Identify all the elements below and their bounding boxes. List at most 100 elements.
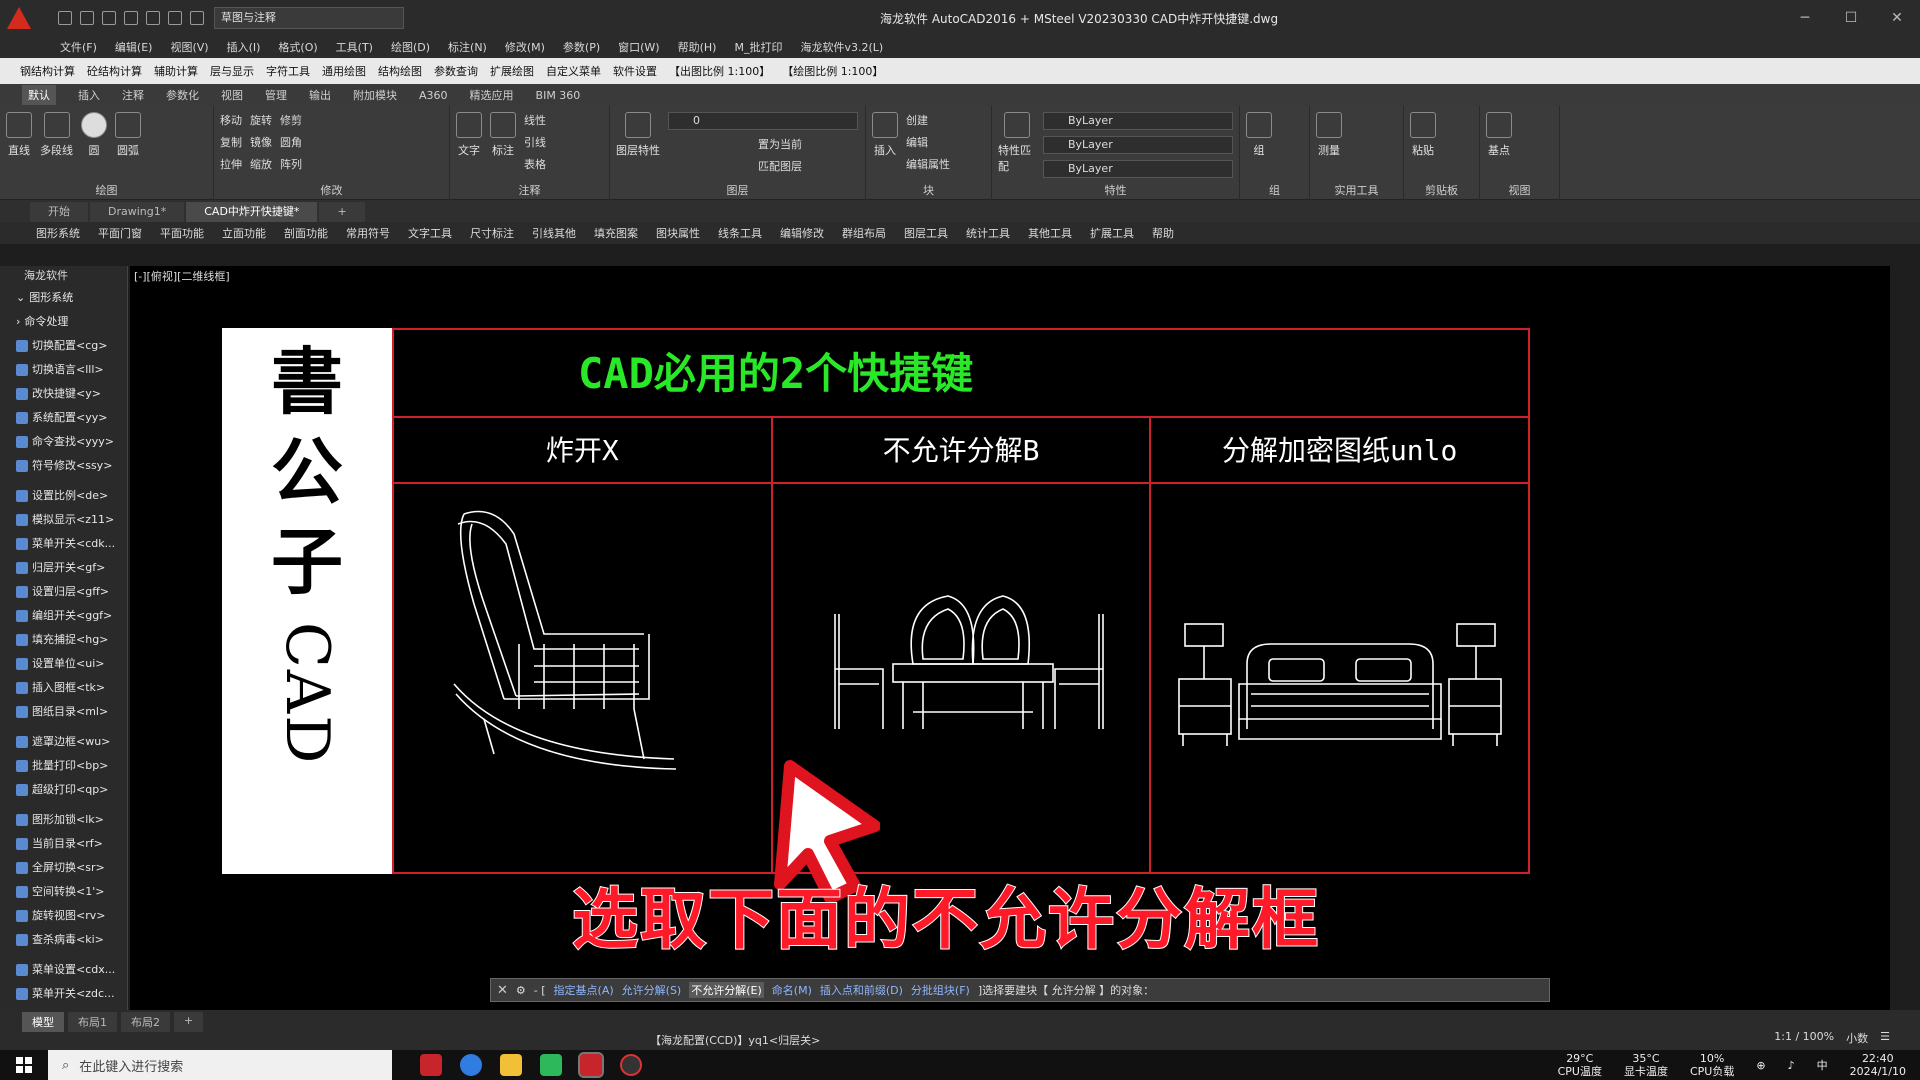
close-button[interactable]: ✕ [1874, 0, 1920, 36]
stretch-tool[interactable]: 拉伸 [220, 156, 242, 172]
fillet-tool[interactable]: 圆角 [280, 134, 302, 150]
menu-format[interactable]: 格式(O) [278, 39, 317, 55]
sidebar-item[interactable]: 归层开关<gf> [0, 556, 127, 580]
sidebar-item[interactable]: 图纸目录<ml> [0, 700, 127, 724]
group-label[interactable]: 剪贴板 [1404, 182, 1479, 198]
group-label[interactable]: 视图 [1480, 182, 1559, 198]
sidebar-item[interactable]: 设置比例<de> [0, 484, 127, 508]
sidebar-item[interactable]: 命令查找<yyy> [0, 430, 127, 454]
customize-icon[interactable]: ☰ [1880, 1030, 1890, 1046]
cmd-option-batch[interactable]: 分批组块(F) [911, 982, 970, 998]
plugin-menu-item[interactable]: 立面功能 [222, 225, 266, 241]
plugin-menu-item[interactable]: 平面功能 [160, 225, 204, 241]
sidebar-item[interactable]: 切换语言<lll> [0, 358, 127, 382]
sidebar-item[interactable]: 超级打印<qp> [0, 778, 127, 802]
tab-manage[interactable]: 管理 [265, 87, 287, 103]
group-label[interactable]: 组 [1240, 182, 1309, 198]
tb1-layer-display[interactable]: 层与显示 [210, 63, 254, 79]
drawing-canvas[interactable]: [-][俯视][二维线框] 書 公 子 CAD CAD必用的2个快捷键 炸开X [130, 266, 1890, 1010]
group-label[interactable]: 实用工具 [1310, 182, 1403, 198]
menu-insert[interactable]: 插入(I) [227, 39, 261, 55]
app-k-icon[interactable] [460, 1054, 482, 1076]
tab-insert[interactable]: 插入 [78, 87, 100, 103]
plugin-menu-item[interactable]: 扩展工具 [1090, 225, 1134, 241]
sidebar-item[interactable]: › 命令处理 [0, 310, 127, 334]
tb1-draw-scale[interactable]: 【绘图比例 1:100】 [782, 63, 883, 79]
linetype-dropdown[interactable]: ByLayer [1043, 136, 1233, 154]
plugin-menu-item[interactable]: 其他工具 [1028, 225, 1072, 241]
create-block-tool[interactable]: 创建 [906, 112, 950, 128]
tab-parametric[interactable]: 参数化 [166, 87, 199, 103]
autocad-logo-icon[interactable] [0, 0, 38, 36]
sidebar-item[interactable]: 当前目录<rf> [0, 832, 127, 856]
lineweight-dropdown[interactable]: ByLayer [1043, 160, 1233, 178]
plugin-menu-item[interactable]: 统计工具 [966, 225, 1010, 241]
layout-tab-model[interactable]: 模型 [22, 1012, 64, 1032]
plugin-menu-item[interactable]: 帮助 [1152, 225, 1174, 241]
column-explode[interactable]: 炸开X [394, 418, 773, 872]
menu-batch-print[interactable]: M_批打印 [734, 39, 782, 55]
plugin-menu-item[interactable]: 剖面功能 [284, 225, 328, 241]
save-icon[interactable] [102, 11, 116, 25]
leader-tool[interactable]: 引线 [524, 134, 546, 150]
sidebar-item[interactable]: 符号修改<ssy> [0, 454, 127, 478]
open-icon[interactable] [80, 11, 94, 25]
command-line[interactable]: ✕ ⚙ - [ 指定基点(A) 允许分解(S) 不允许分解(E) 命名(M) 插… [490, 978, 1550, 1002]
trim-tool[interactable]: 修剪 [280, 112, 302, 128]
network-icon[interactable]: ⊕ [1756, 1059, 1765, 1072]
add-layout-button[interactable]: + [174, 1012, 204, 1032]
copy-tool[interactable]: 复制 [220, 134, 242, 150]
layout-tab-2[interactable]: 布局2 [121, 1012, 170, 1032]
new-icon[interactable] [58, 11, 72, 25]
sidebar-item[interactable]: 切换配置<cg> [0, 334, 127, 358]
group-label[interactable]: 图层 [610, 182, 865, 198]
mirror-tool[interactable]: 镜像 [250, 134, 272, 150]
start-button[interactable] [0, 1050, 48, 1080]
autocad-app-icon[interactable] [420, 1054, 442, 1076]
menu-window[interactable]: 窗口(W) [618, 39, 659, 55]
tab-default[interactable]: 默认 [22, 85, 56, 105]
sidebar-item[interactable]: 填充捕捉<hg> [0, 628, 127, 652]
wrench-icon[interactable]: ⚙ [516, 984, 526, 997]
recorder-app-icon[interactable] [620, 1054, 642, 1076]
tb1-param-query[interactable]: 参数查询 [434, 63, 478, 79]
plugin-menu-item[interactable]: 群组布局 [842, 225, 886, 241]
tab-output[interactable]: 输出 [309, 87, 331, 103]
menu-view[interactable]: 视图(V) [170, 39, 208, 55]
layer-dropdown[interactable]: 0 [668, 112, 858, 130]
clock[interactable]: 22:40 2024/1/10 [1850, 1052, 1906, 1078]
column-decrypt[interactable]: 分解加密图纸unlo [1151, 418, 1529, 872]
color-dropdown[interactable]: ByLayer [1043, 112, 1233, 130]
plugin-menu-item[interactable]: 线条工具 [718, 225, 762, 241]
menu-dimension[interactable]: 标注(N) [448, 39, 487, 55]
sidebar-item[interactable]: 系统配置<yy> [0, 406, 127, 430]
cmd-option-name[interactable]: 命名(M) [772, 982, 812, 998]
plugin-menu-item[interactable]: 平面门窗 [98, 225, 142, 241]
tb1-ext-draw[interactable]: 扩展绘图 [490, 63, 534, 79]
tab-a360[interactable]: A360 [419, 89, 448, 102]
cmd-option-base-point[interactable]: 指定基点(A) [554, 982, 614, 998]
volume-icon[interactable]: ♪ [1788, 1059, 1795, 1072]
sidebar-item[interactable]: 设置归层<gff> [0, 580, 127, 604]
sidebar-item[interactable]: 全屏切换<sr> [0, 856, 127, 880]
linear-tool[interactable]: 线性 [524, 112, 546, 128]
tb1-custom-menu[interactable]: 自定义菜单 [546, 63, 601, 79]
sidebar-item[interactable]: 设置单位<ui> [0, 652, 127, 676]
plugin-menu-item[interactable]: 填充图案 [594, 225, 638, 241]
tb1-settings[interactable]: 软件设置 [613, 63, 657, 79]
plugin-menu-item[interactable]: 尺寸标注 [470, 225, 514, 241]
file-explorer-icon[interactable] [500, 1054, 522, 1076]
plugin-menu-item[interactable]: 图形系统 [36, 225, 80, 241]
plugin-menu-item[interactable]: 图层工具 [904, 225, 948, 241]
plugin-menu-item[interactable]: 编辑修改 [780, 225, 824, 241]
autocad-active-icon[interactable] [578, 1052, 604, 1078]
taskbar-search[interactable]: ⌕ 在此键入进行搜索 [48, 1050, 392, 1080]
close-icon[interactable]: ✕ [497, 983, 508, 998]
sidebar-item[interactable]: 查杀病毒<ki> [0, 928, 127, 952]
minimize-button[interactable]: ─ [1782, 0, 1828, 36]
table-tool[interactable]: 表格 [524, 156, 546, 172]
group-label[interactable]: 块 [866, 182, 991, 198]
tb1-aux-calc[interactable]: 辅助计算 [154, 63, 198, 79]
tab-annotate[interactable]: 注释 [122, 87, 144, 103]
sidebar-item[interactable]: 空间转换<1'> [0, 880, 127, 904]
